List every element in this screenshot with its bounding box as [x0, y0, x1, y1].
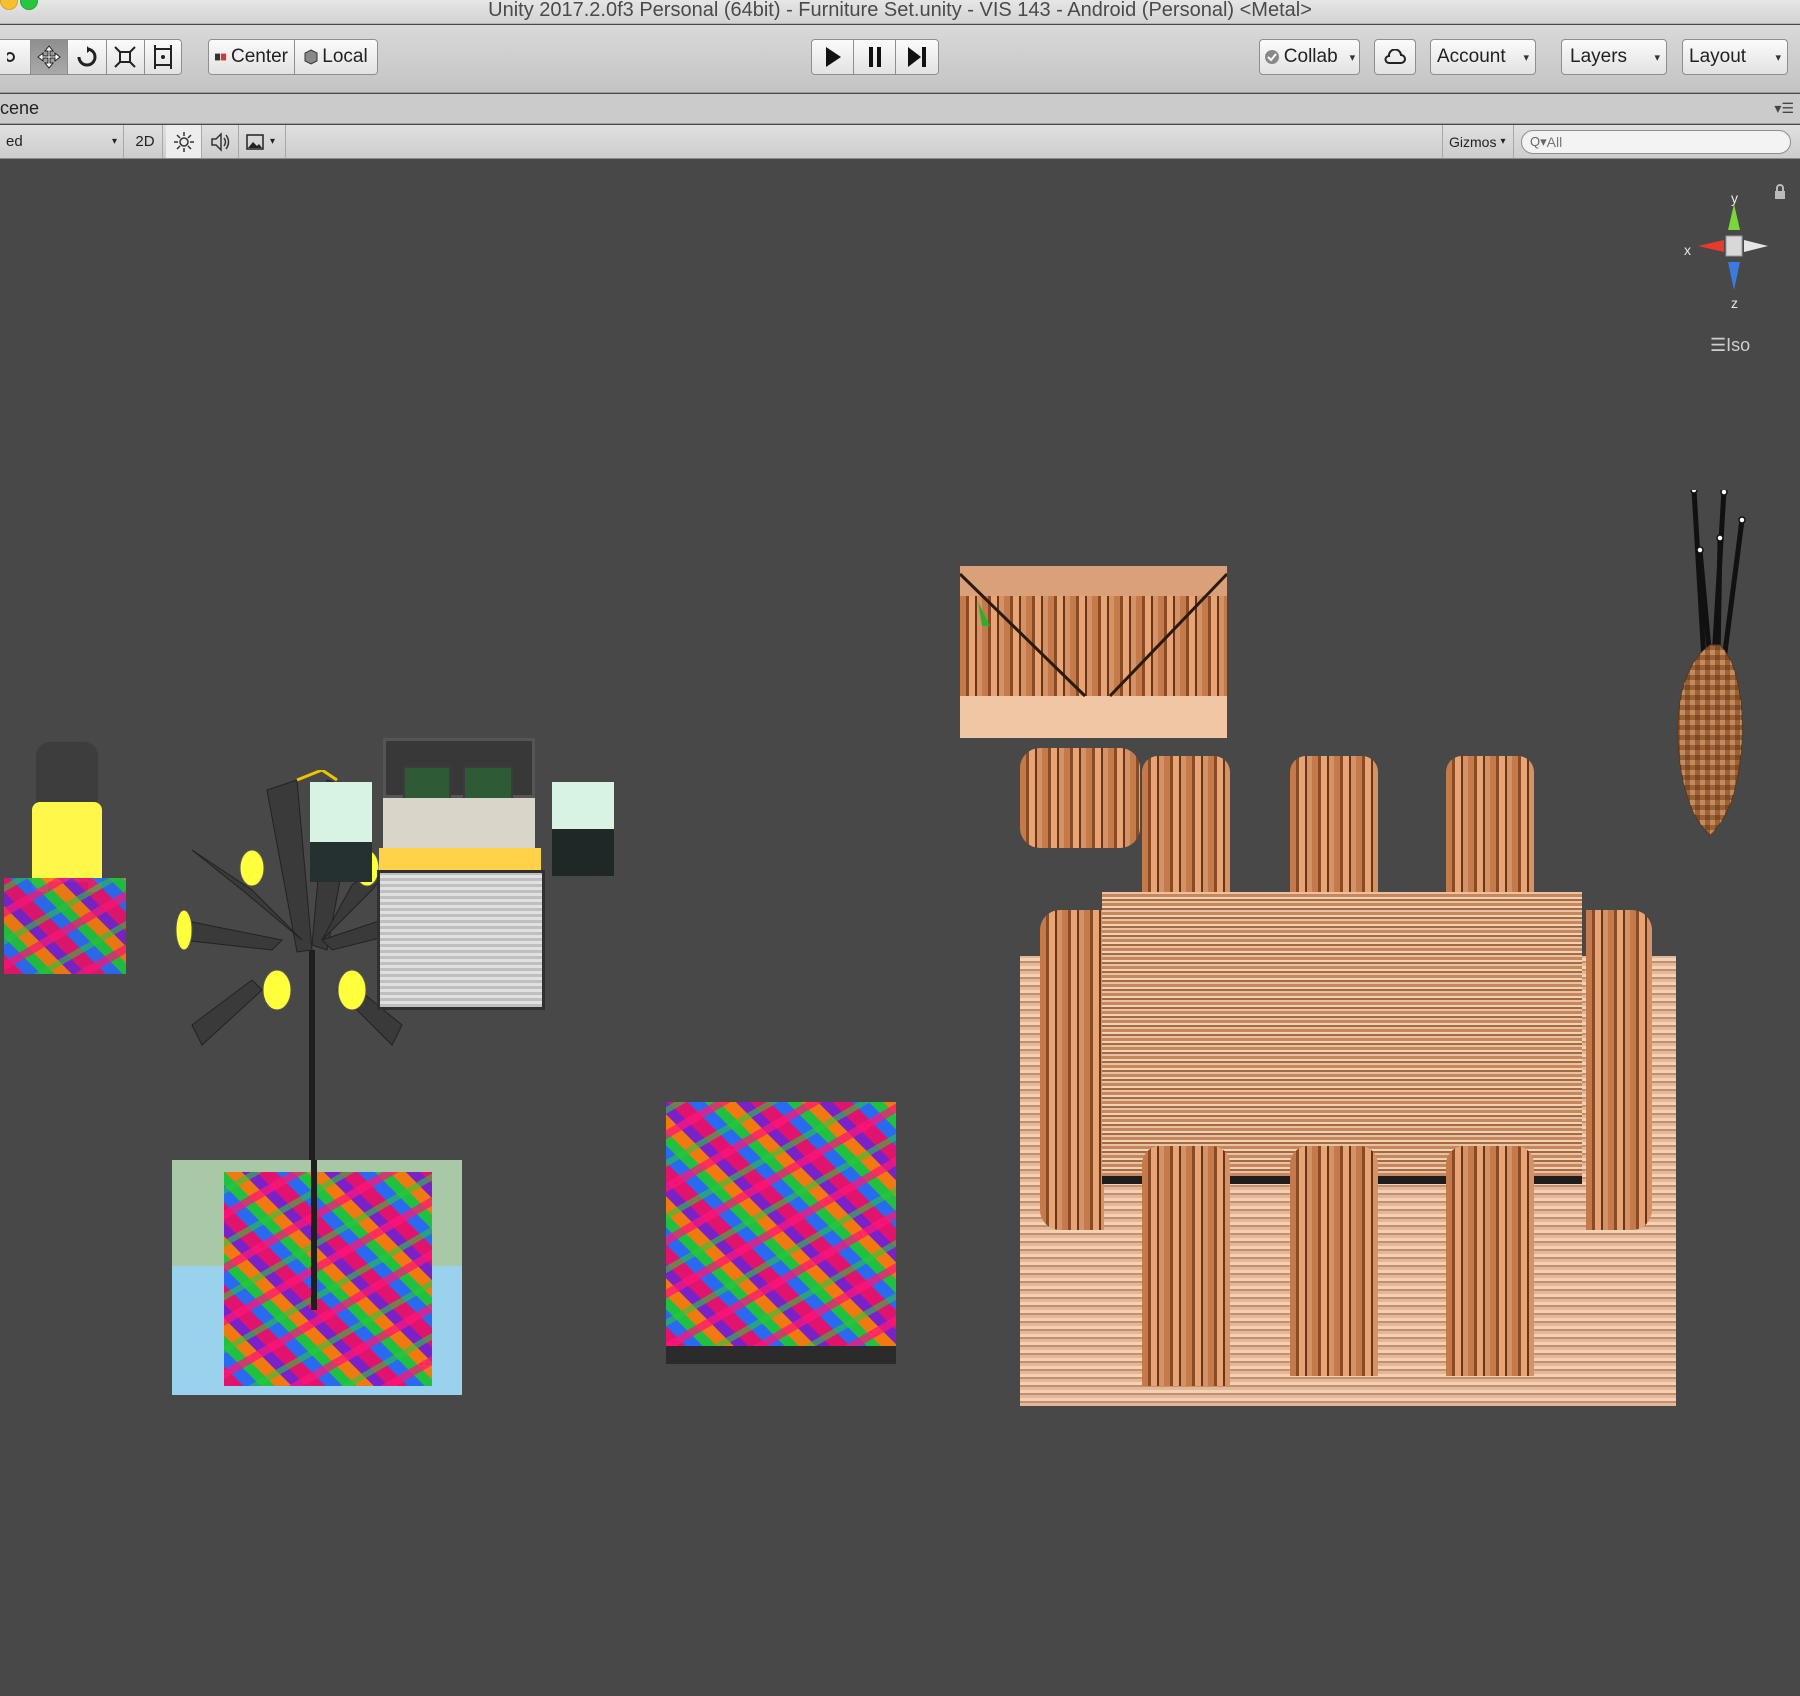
- tab-menu-icon[interactable]: ▾☰: [1774, 100, 1794, 117]
- lighting-toggle[interactable]: [166, 125, 202, 158]
- shading-mode-label: ed: [6, 133, 23, 150]
- move-tool-button[interactable]: [31, 40, 69, 74]
- chevron-down-icon: ▾: [270, 136, 276, 147]
- scale-tool-button[interactable]: [106, 40, 145, 74]
- collab-label: Collab: [1283, 46, 1338, 67]
- gizmos-dropdown[interactable]: Gizmos ▾: [1442, 125, 1514, 158]
- cloud-services-button[interactable]: [1374, 39, 1416, 75]
- dining-chair-bottom-3[interactable]: [1446, 1146, 1534, 1376]
- 2d-label: 2D: [135, 133, 155, 150]
- scene-view[interactable]: y x z ☰Iso: [0, 160, 1800, 1696]
- collab-check-icon: [1264, 50, 1279, 64]
- pivot-center-label: Center: [230, 46, 288, 67]
- abstract-rug-model[interactable]: [224, 1172, 432, 1386]
- layers-dropdown[interactable]: Layers ▾: [1561, 39, 1667, 75]
- hand-tool-button[interactable]: [0, 40, 32, 74]
- floor-lamp-pole: [311, 1160, 317, 1310]
- rect-icon: [153, 45, 172, 69]
- dining-chair-right[interactable]: [1586, 910, 1652, 1230]
- 2d-toggle[interactable]: 2D: [128, 125, 163, 158]
- bed-model[interactable]: [377, 738, 545, 1024]
- dining-chair-end-model[interactable]: [1020, 748, 1140, 848]
- scene-view-controls: ed ▾ 2D ▾ Gizmos ▾ Q▾ All: [0, 125, 1800, 159]
- dining-chair-bottom-2[interactable]: [1290, 1146, 1378, 1376]
- playback-group: [811, 39, 939, 75]
- projection-label[interactable]: ☰Iso: [1710, 335, 1750, 356]
- chevron-down-icon: ▾: [1654, 51, 1660, 64]
- abstract-painting-model[interactable]: [666, 1102, 896, 1364]
- speaker-icon: [210, 131, 229, 152]
- pivot-center-toggle[interactable]: Center: [209, 40, 295, 74]
- chevron-down-icon: ▾: [1775, 51, 1781, 64]
- collab-dropdown[interactable]: Collab ▾: [1259, 39, 1360, 75]
- nightstand-left-model[interactable]: [310, 782, 372, 882]
- step-icon: [907, 47, 926, 67]
- layout-label: Layout: [1689, 46, 1747, 67]
- gizmo-arrows-icon: [1698, 204, 1768, 290]
- small-painting-model[interactable]: [4, 878, 126, 974]
- pivot-center-icon: [215, 53, 227, 61]
- step-button[interactable]: [895, 40, 938, 74]
- chevron-down-icon: ▾: [1500, 136, 1506, 147]
- dining-chair-bottom-1[interactable]: [1142, 1146, 1230, 1386]
- play-button[interactable]: [812, 40, 855, 74]
- dining-chair-left[interactable]: [1040, 910, 1104, 1230]
- shading-mode-dropdown[interactable]: ed ▾: [0, 125, 124, 158]
- pivot-local-label: Local: [322, 46, 368, 67]
- play-icon: [825, 47, 841, 67]
- dining-chair-top-1[interactable]: [1142, 756, 1230, 898]
- pivot-local-toggle[interactable]: Local: [295, 40, 377, 74]
- chevron-down-icon: ▾: [1523, 51, 1529, 64]
- rotate-icon: [77, 46, 97, 67]
- dining-chair-top-3[interactable]: [1446, 756, 1534, 898]
- hand-icon: [6, 52, 15, 62]
- vase-model[interactable]: [1670, 490, 1770, 850]
- gizmos-label: Gizmos: [1449, 133, 1497, 150]
- pivot-group: Center Local: [208, 39, 378, 75]
- pause-icon: [868, 47, 881, 67]
- layout-dropdown[interactable]: Layout ▾: [1682, 39, 1788, 75]
- search-placeholder: All: [1546, 134, 1563, 150]
- dining-table-model[interactable]: [1102, 892, 1582, 1184]
- layers-label: Layers: [1570, 46, 1628, 67]
- chevron-down-icon: ▾: [111, 136, 117, 147]
- account-dropdown[interactable]: Account ▾: [1430, 39, 1536, 75]
- title-bar: Unity 2017.2.0f3 Personal (64bit) - Furn…: [0, 0, 1800, 24]
- nightstand-right-model[interactable]: [552, 782, 614, 876]
- account-label: Account: [1437, 46, 1506, 67]
- lock-icon[interactable]: [1774, 184, 1786, 200]
- window-title: Unity 2017.2.0f3 Personal (64bit) - Furn…: [488, 0, 1312, 21]
- orientation-gizmo[interactable]: y x z ☰Iso: [1680, 190, 1770, 355]
- sun-icon: [173, 131, 194, 152]
- transform-tools-group: [0, 39, 182, 75]
- unity-editor-window: Unity 2017.2.0f3 Personal (64bit) - Furn…: [0, 0, 1800, 1696]
- image-icon: [246, 133, 264, 150]
- audio-toggle[interactable]: [203, 125, 239, 158]
- dining-chair-top-2[interactable]: [1290, 756, 1378, 898]
- scale-icon: [114, 46, 136, 68]
- wooden-sideboard-model[interactable]: [960, 566, 1227, 738]
- scene-tab-strip: cene ▾☰: [0, 94, 1800, 124]
- pause-button[interactable]: [854, 40, 896, 74]
- chevron-down-icon: ▾: [1349, 51, 1356, 64]
- scene-tab[interactable]: cene: [0, 98, 39, 119]
- rect-tool-button[interactable]: [144, 40, 181, 74]
- rotate-tool-button[interactable]: [68, 40, 107, 74]
- effects-dropdown[interactable]: ▾: [240, 125, 286, 158]
- scene-search-input[interactable]: Q▾ All: [1521, 130, 1791, 154]
- cloud-icon: [1384, 49, 1406, 64]
- move-arrows-icon: [37, 45, 62, 69]
- main-toolbar: Center Local Collab ▾ Account ▾ Layers ▾…: [0, 25, 1800, 93]
- sideboard-frame-icon: [960, 566, 1227, 738]
- search-icon: Q▾: [1530, 134, 1547, 149]
- local-cube-icon: [304, 49, 318, 65]
